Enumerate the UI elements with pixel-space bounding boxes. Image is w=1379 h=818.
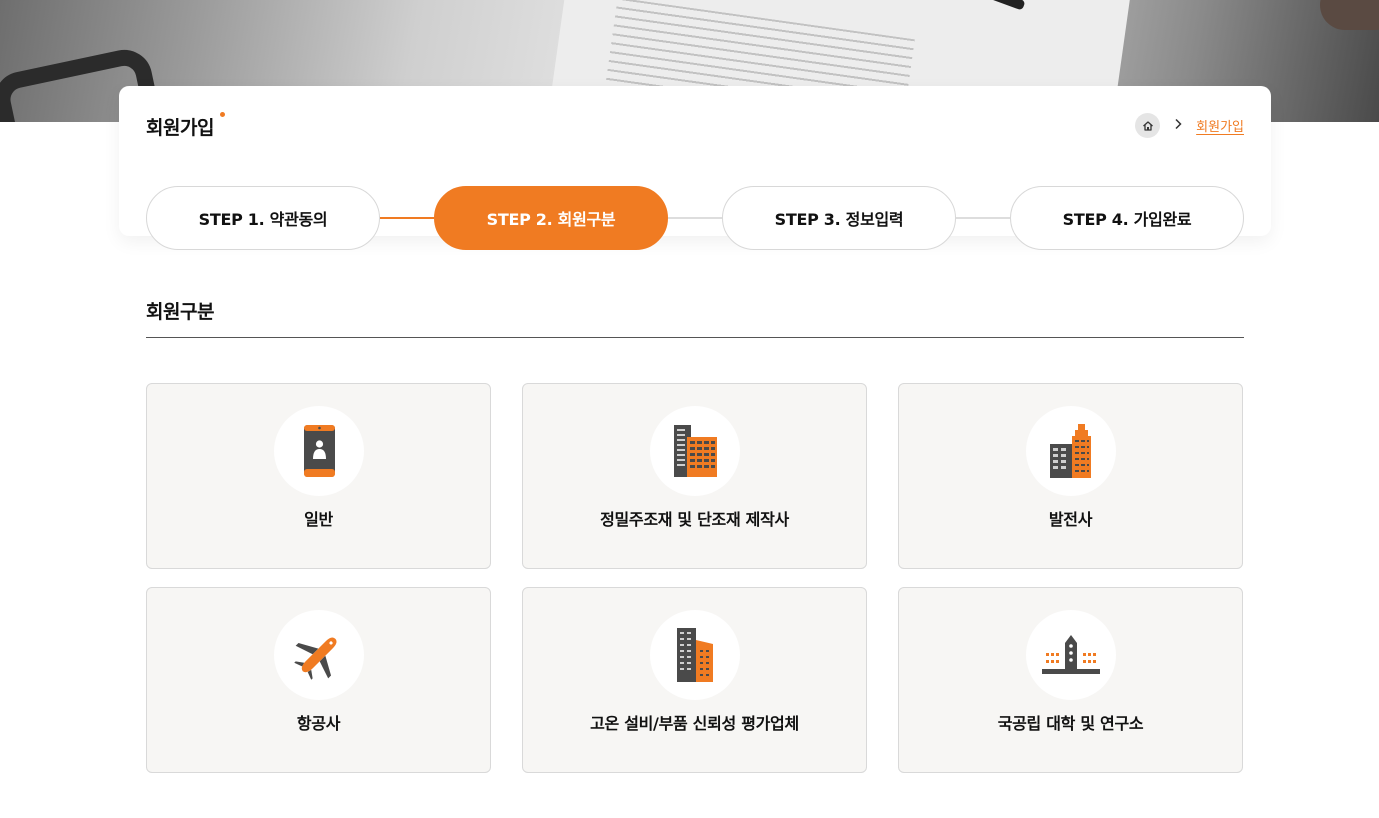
breadcrumb-current[interactable]: 회원가입 [1196, 116, 1244, 135]
hand-decoration [1320, 0, 1379, 30]
step-2: STEP 2. 회원구분 [434, 186, 668, 250]
member-type-label: 고온 설비/부품 신뢰성 평가업체 [590, 714, 799, 733]
member-type-label: 발전사 [1048, 510, 1093, 529]
section-divider [146, 337, 1244, 338]
member-type-general[interactable]: 일반 [146, 383, 491, 569]
research-institute-icon [1042, 635, 1100, 674]
smartphone-user-icon [304, 425, 335, 477]
step-3: STEP 3. 정보입력 [722, 186, 956, 250]
step-connector-2 [668, 217, 722, 219]
member-type-airline[interactable]: 항공사 [146, 587, 491, 773]
title-accent-dot [220, 112, 225, 117]
power-plant-buildings-icon [1050, 424, 1091, 478]
breadcrumb: 회원가입 [1135, 113, 1244, 138]
chevron-right-icon [1174, 118, 1182, 134]
step-1: STEP 1. 약관동의 [146, 186, 380, 250]
step-4: STEP 4. 가입완료 [1010, 186, 1244, 250]
member-type-university-institute[interactable]: 국공립 대학 및 연구소 [898, 587, 1243, 773]
member-type-manufacturer[interactable]: 정밀주조재 및 단조재 제작사 [522, 383, 867, 569]
home-icon [1142, 120, 1153, 131]
member-type-power-company[interactable]: 발전사 [898, 383, 1243, 569]
member-type-evaluator[interactable]: 고온 설비/부품 신뢰성 평가업체 [522, 587, 867, 773]
home-button[interactable] [1135, 113, 1161, 138]
member-type-label: 일반 [304, 510, 333, 529]
step-connector-3 [956, 217, 1010, 219]
airplane-icon [294, 637, 337, 680]
member-type-label: 국공립 대학 및 연구소 [997, 714, 1144, 733]
step-indicator: STEP 1. 약관동의 STEP 2. 회원구분 STEP 3. 정보입력 S… [146, 186, 1244, 250]
buildings-icon [674, 425, 717, 477]
member-type-label: 정밀주조재 및 단조재 제작사 [600, 510, 789, 529]
member-type-label: 항공사 [296, 714, 341, 733]
page-title: 회원가입 [146, 117, 214, 139]
office-buildings-icon [677, 628, 713, 682]
step-connector-1 [380, 217, 434, 219]
section-title: 회원구분 [146, 301, 214, 323]
